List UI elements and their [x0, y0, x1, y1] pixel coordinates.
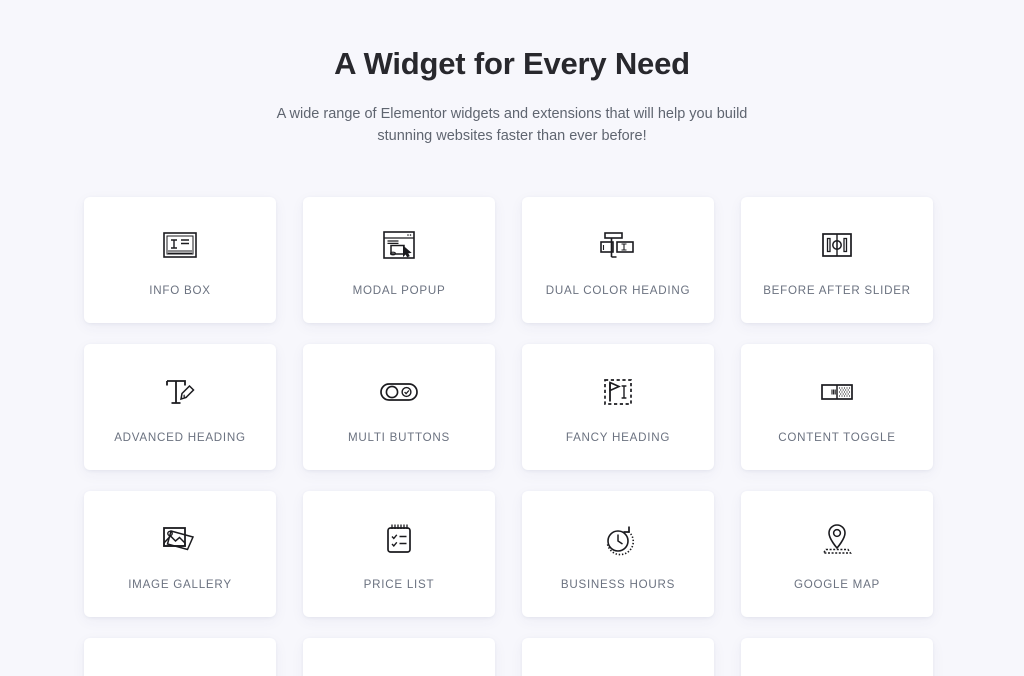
widget-label: BEFORE AFTER SLIDER — [763, 284, 911, 297]
widget-card-fancy-heading[interactable]: FANCY HEADING — [522, 344, 714, 470]
widget-label: MODAL POPUP — [352, 284, 446, 297]
widget-showcase-page: A Widget for Every Need A wide range of … — [0, 0, 1024, 676]
zoom-controls-icon — [598, 670, 638, 676]
widget-card-price-list[interactable]: PRICE LIST — [303, 491, 495, 617]
widget-card-google-map[interactable]: GOOGLE MAP — [741, 491, 933, 617]
widget-card-row4-4[interactable] — [741, 638, 933, 676]
widget-label: INFO BOX — [149, 284, 211, 297]
widget-label: MULTI BUTTONS — [347, 431, 451, 444]
widget-card-row4-1[interactable] — [84, 638, 276, 676]
before-after-slider-icon — [820, 222, 854, 268]
widget-card-advanced-heading[interactable]: ADVANCED HEADING — [84, 344, 276, 470]
fancy-heading-icon — [601, 369, 635, 415]
price-list-icon — [383, 516, 415, 562]
widget-label: IMAGE GALLERY — [128, 578, 232, 591]
widget-label: CONTENT TOGGLE — [778, 431, 896, 444]
widget-card-multi-buttons[interactable]: MULTI BUTTONS — [303, 344, 495, 470]
pin-board-icon — [163, 670, 197, 676]
stacked-bars-icon — [818, 670, 856, 676]
widget-card-row4-2[interactable] — [303, 638, 495, 676]
widget-label: GOOGLE MAP — [793, 578, 881, 591]
widget-card-info-box[interactable]: INFO BOX — [84, 197, 276, 323]
widget-label: PRICE LIST — [363, 578, 435, 591]
multi-buttons-icon — [379, 369, 419, 415]
widget-card-modal-popup[interactable]: MODAL POPUP — [303, 197, 495, 323]
modal-popup-icon — [381, 222, 417, 268]
widget-label: DUAL COLOR HEADING — [545, 284, 691, 297]
content-toggle-icon — [820, 369, 854, 415]
widget-card-content-toggle[interactable]: CONTENT TOGGLE — [741, 344, 933, 470]
page-subtitle: A wide range of Elementor widgets and ex… — [276, 106, 748, 144]
advanced-heading-icon — [162, 369, 198, 415]
widget-card-dual-color-heading[interactable]: DUAL COLOR HEADING — [522, 197, 714, 323]
widget-label: FANCY HEADING — [565, 431, 671, 444]
google-map-icon — [818, 516, 856, 562]
business-hours-icon — [600, 516, 636, 562]
widget-label: ADVANCED HEADING — [114, 431, 246, 444]
page-title: A Widget for Every Need — [334, 46, 690, 81]
widget-card-image-gallery[interactable]: IMAGE GALLERY — [84, 491, 276, 617]
dual-color-heading-icon — [599, 222, 637, 268]
widget-card-before-after-slider[interactable]: BEFORE AFTER SLIDER — [741, 197, 933, 323]
image-gallery-icon — [161, 516, 199, 562]
info-box-icon — [162, 222, 198, 268]
widget-label: BUSINESS HOURS — [560, 578, 676, 591]
widget-card-row4-3[interactable] — [522, 638, 714, 676]
widget-grid: INFO BOX MODAL POPUP DUAL COLOR HEADING … — [84, 197, 934, 676]
widget-card-business-hours[interactable]: BUSINESS HOURS — [522, 491, 714, 617]
page-header: A Widget for Every Need A wide range of … — [0, 0, 1024, 147]
card-user-icon — [380, 670, 418, 676]
